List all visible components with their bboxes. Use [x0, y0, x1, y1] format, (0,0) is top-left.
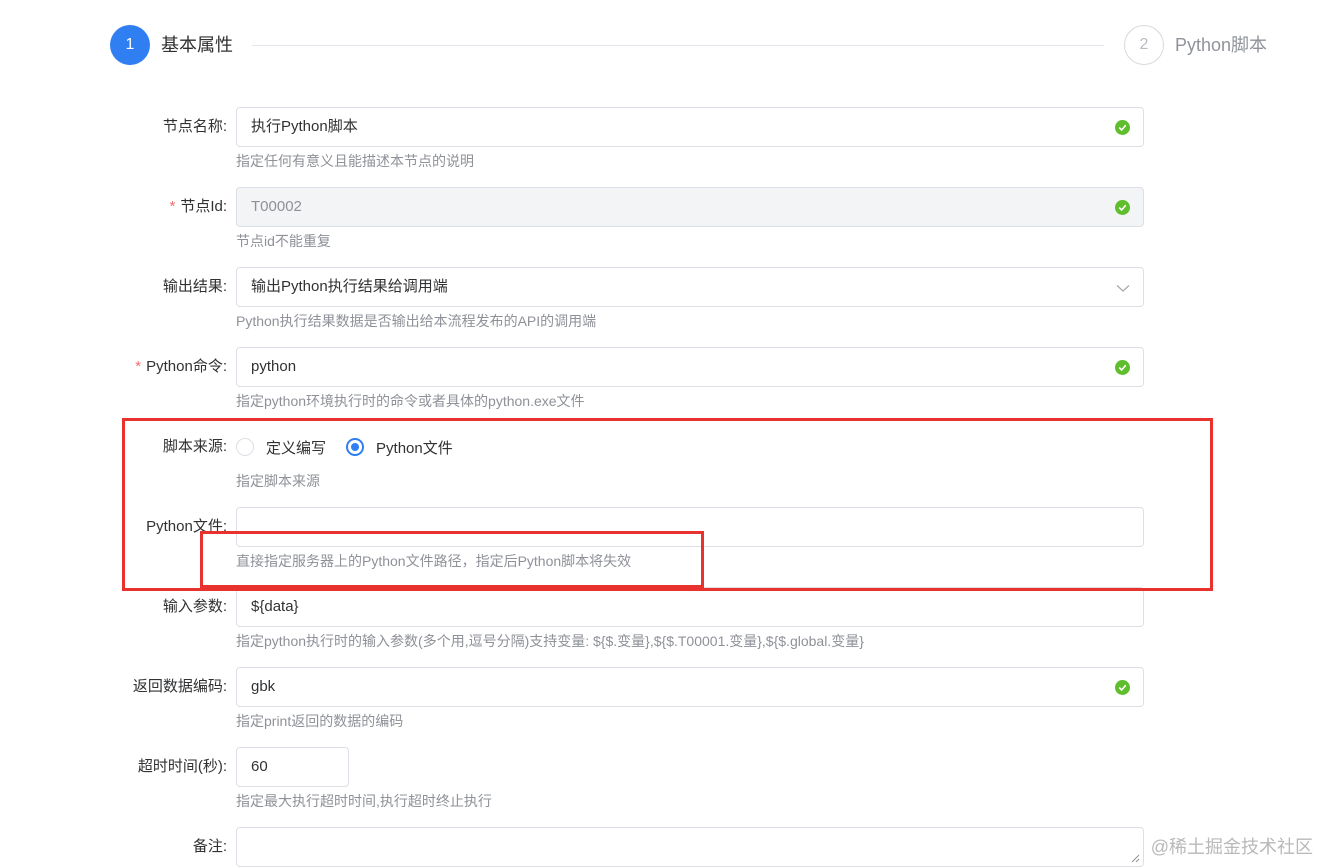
output-result-label: 输出结果: [162, 278, 227, 295]
output-result-value: 输出Python执行结果给调用端 [251, 278, 448, 295]
remark-label: 备注: [192, 838, 227, 855]
timeout-value: 60 [251, 758, 268, 775]
success-check-icon [1115, 200, 1130, 215]
watermark: @稀土掘金技术社区 [1150, 837, 1313, 857]
output-result-help: Python执行结果数据是否输出给本流程发布的API的调用端 [236, 313, 597, 329]
success-check-icon [1115, 680, 1130, 695]
success-check-icon [1115, 120, 1130, 135]
step-2-title[interactable]: Python脚本 [1175, 33, 1267, 57]
chevron-down-icon[interactable] [1115, 280, 1131, 296]
node-name-label: 节点名称: [162, 118, 227, 135]
step-connector [252, 45, 1104, 46]
output-result-select[interactable]: 输出Python执行结果给调用端 [236, 267, 1144, 307]
node-name-help: 指定任何有意义且能描述本节点的说明 [236, 153, 474, 169]
python-command-input[interactable]: python [236, 347, 1144, 387]
input-params-help: 指定python执行时的输入参数(多个用,逗号分隔)支持变量: ${$.变量},… [236, 633, 864, 649]
input-params-label: 输入参数: [162, 598, 227, 615]
python-command-label-text: Python命令: [146, 358, 227, 375]
remark-textarea[interactable] [236, 827, 1144, 867]
python-command-label: * Python命令: [135, 347, 227, 387]
return-encoding-label: 返回数据编码: [132, 678, 227, 695]
node-name-input[interactable]: 执行Python脚本 [236, 107, 1144, 147]
timeout-label: 超时时间(秒): [137, 758, 227, 775]
input-params-input[interactable]: ${data} [236, 587, 1144, 627]
return-encoding-value: gbk [251, 678, 276, 695]
return-encoding-help: 指定print返回的数据的编码 [236, 713, 404, 729]
required-asterisk: * [169, 198, 176, 215]
steps-header: 1 基本属性 2 Python脚本 [0, 0, 1331, 90]
return-encoding-input[interactable]: gbk [236, 667, 1144, 707]
annotation-highlight-box-help [200, 531, 704, 588]
required-asterisk: * [135, 358, 142, 375]
success-check-icon [1115, 360, 1130, 375]
timeout-input[interactable]: 60 [236, 747, 349, 787]
step-1-indicator[interactable]: 1 [110, 25, 150, 65]
step-1-title[interactable]: 基本属性 [161, 33, 233, 57]
node-name-value: 执行Python脚本 [251, 118, 358, 135]
node-id-input: T00002 [236, 187, 1144, 227]
resize-handle-icon[interactable] [1131, 854, 1140, 863]
input-params-value: ${data} [251, 598, 299, 615]
node-id-help: 节点id不能重复 [236, 233, 331, 249]
node-id-value: T00002 [251, 198, 302, 215]
node-id-label: * 节点Id: [169, 187, 227, 227]
step-2-indicator[interactable]: 2 [1124, 25, 1164, 65]
python-command-value: python [251, 358, 297, 375]
node-id-label-text: 节点Id: [180, 198, 227, 215]
python-command-help: 指定python环境执行时的命令或者具体的python.exe文件 [236, 393, 585, 409]
timeout-help: 指定最大执行超时时间,执行超时终止执行 [236, 793, 492, 809]
